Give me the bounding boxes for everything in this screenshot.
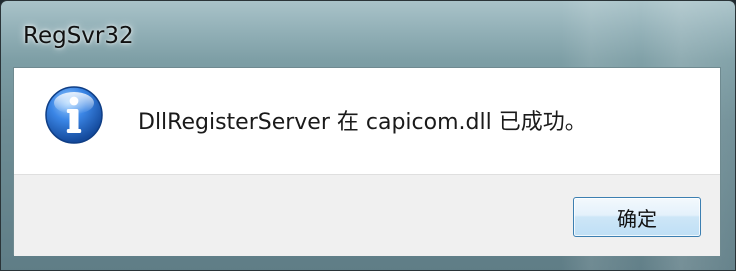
ok-button[interactable]: 确定: [573, 197, 701, 237]
regsvr32-dialog-window: RegSvr32 DllRegisterServer 在 capicom.dll…: [0, 0, 736, 271]
dialog-footer: 确定: [14, 174, 720, 256]
dialog-client-area: DllRegisterServer 在 capicom.dll 已成功。 确定: [13, 67, 721, 256]
info-icon: [45, 86, 103, 144]
dialog-message: DllRegisterServer 在 capicom.dll 已成功。: [138, 110, 587, 135]
window-title: RegSvr32: [23, 23, 134, 49]
title-bar[interactable]: RegSvr32: [1, 1, 735, 67]
message-area: DllRegisterServer 在 capicom.dll 已成功。: [14, 68, 720, 174]
